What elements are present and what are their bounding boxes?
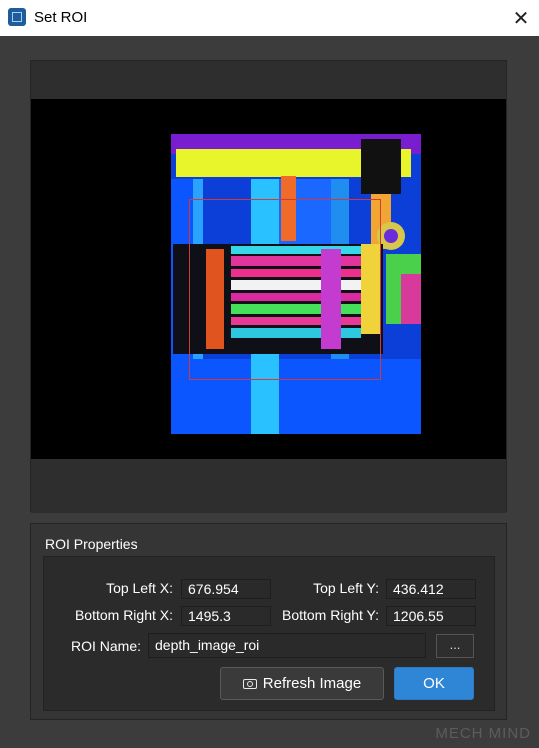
image-viewer-panel <box>30 60 507 513</box>
roi-name-field[interactable]: depth_image_roi <box>148 633 426 658</box>
bottom-right-y-label: Bottom Right Y: <box>281 607 379 623</box>
bottom-right-x-field[interactable]: 1495.3 <box>181 606 271 626</box>
window-title: Set ROI <box>34 9 88 26</box>
browse-button[interactable]: ... <box>436 634 474 658</box>
roi-properties-panel: ROI Properties Top Left X: 676.954 Top L… <box>30 523 507 720</box>
top-left-x-label: Top Left X: <box>106 580 173 596</box>
watermark-logo: MECH MIND <box>435 725 531 742</box>
roi-properties-form: Top Left X: 676.954 Top Left Y: 436.412 … <box>43 556 495 711</box>
ok-button[interactable]: OK <box>394 667 474 700</box>
roi-rectangle[interactable] <box>189 199 381 380</box>
image-canvas[interactable] <box>31 99 506 459</box>
bottom-right-y-field[interactable]: 1206.55 <box>386 606 476 626</box>
roi-name-label: ROI Name: <box>70 638 141 654</box>
top-left-y-label: Top Left Y: <box>313 580 379 596</box>
bottom-right-x-label: Bottom Right X: <box>74 607 173 623</box>
app-icon <box>8 8 26 26</box>
viewer-top-bar <box>31 61 506 99</box>
viewer-bottom-bar <box>31 459 506 513</box>
top-left-y-field[interactable]: 436.412 <box>386 579 476 599</box>
camera-icon <box>242 678 257 689</box>
top-left-x-field[interactable]: 676.954 <box>181 579 271 599</box>
close-button[interactable]: ✕ <box>503 0 539 36</box>
refresh-image-button[interactable]: Refresh Image <box>220 667 384 700</box>
title-bar: Set ROI ✕ <box>0 0 539 36</box>
refresh-image-label: Refresh Image <box>262 675 362 692</box>
roi-properties-title: ROI Properties <box>45 536 138 552</box>
